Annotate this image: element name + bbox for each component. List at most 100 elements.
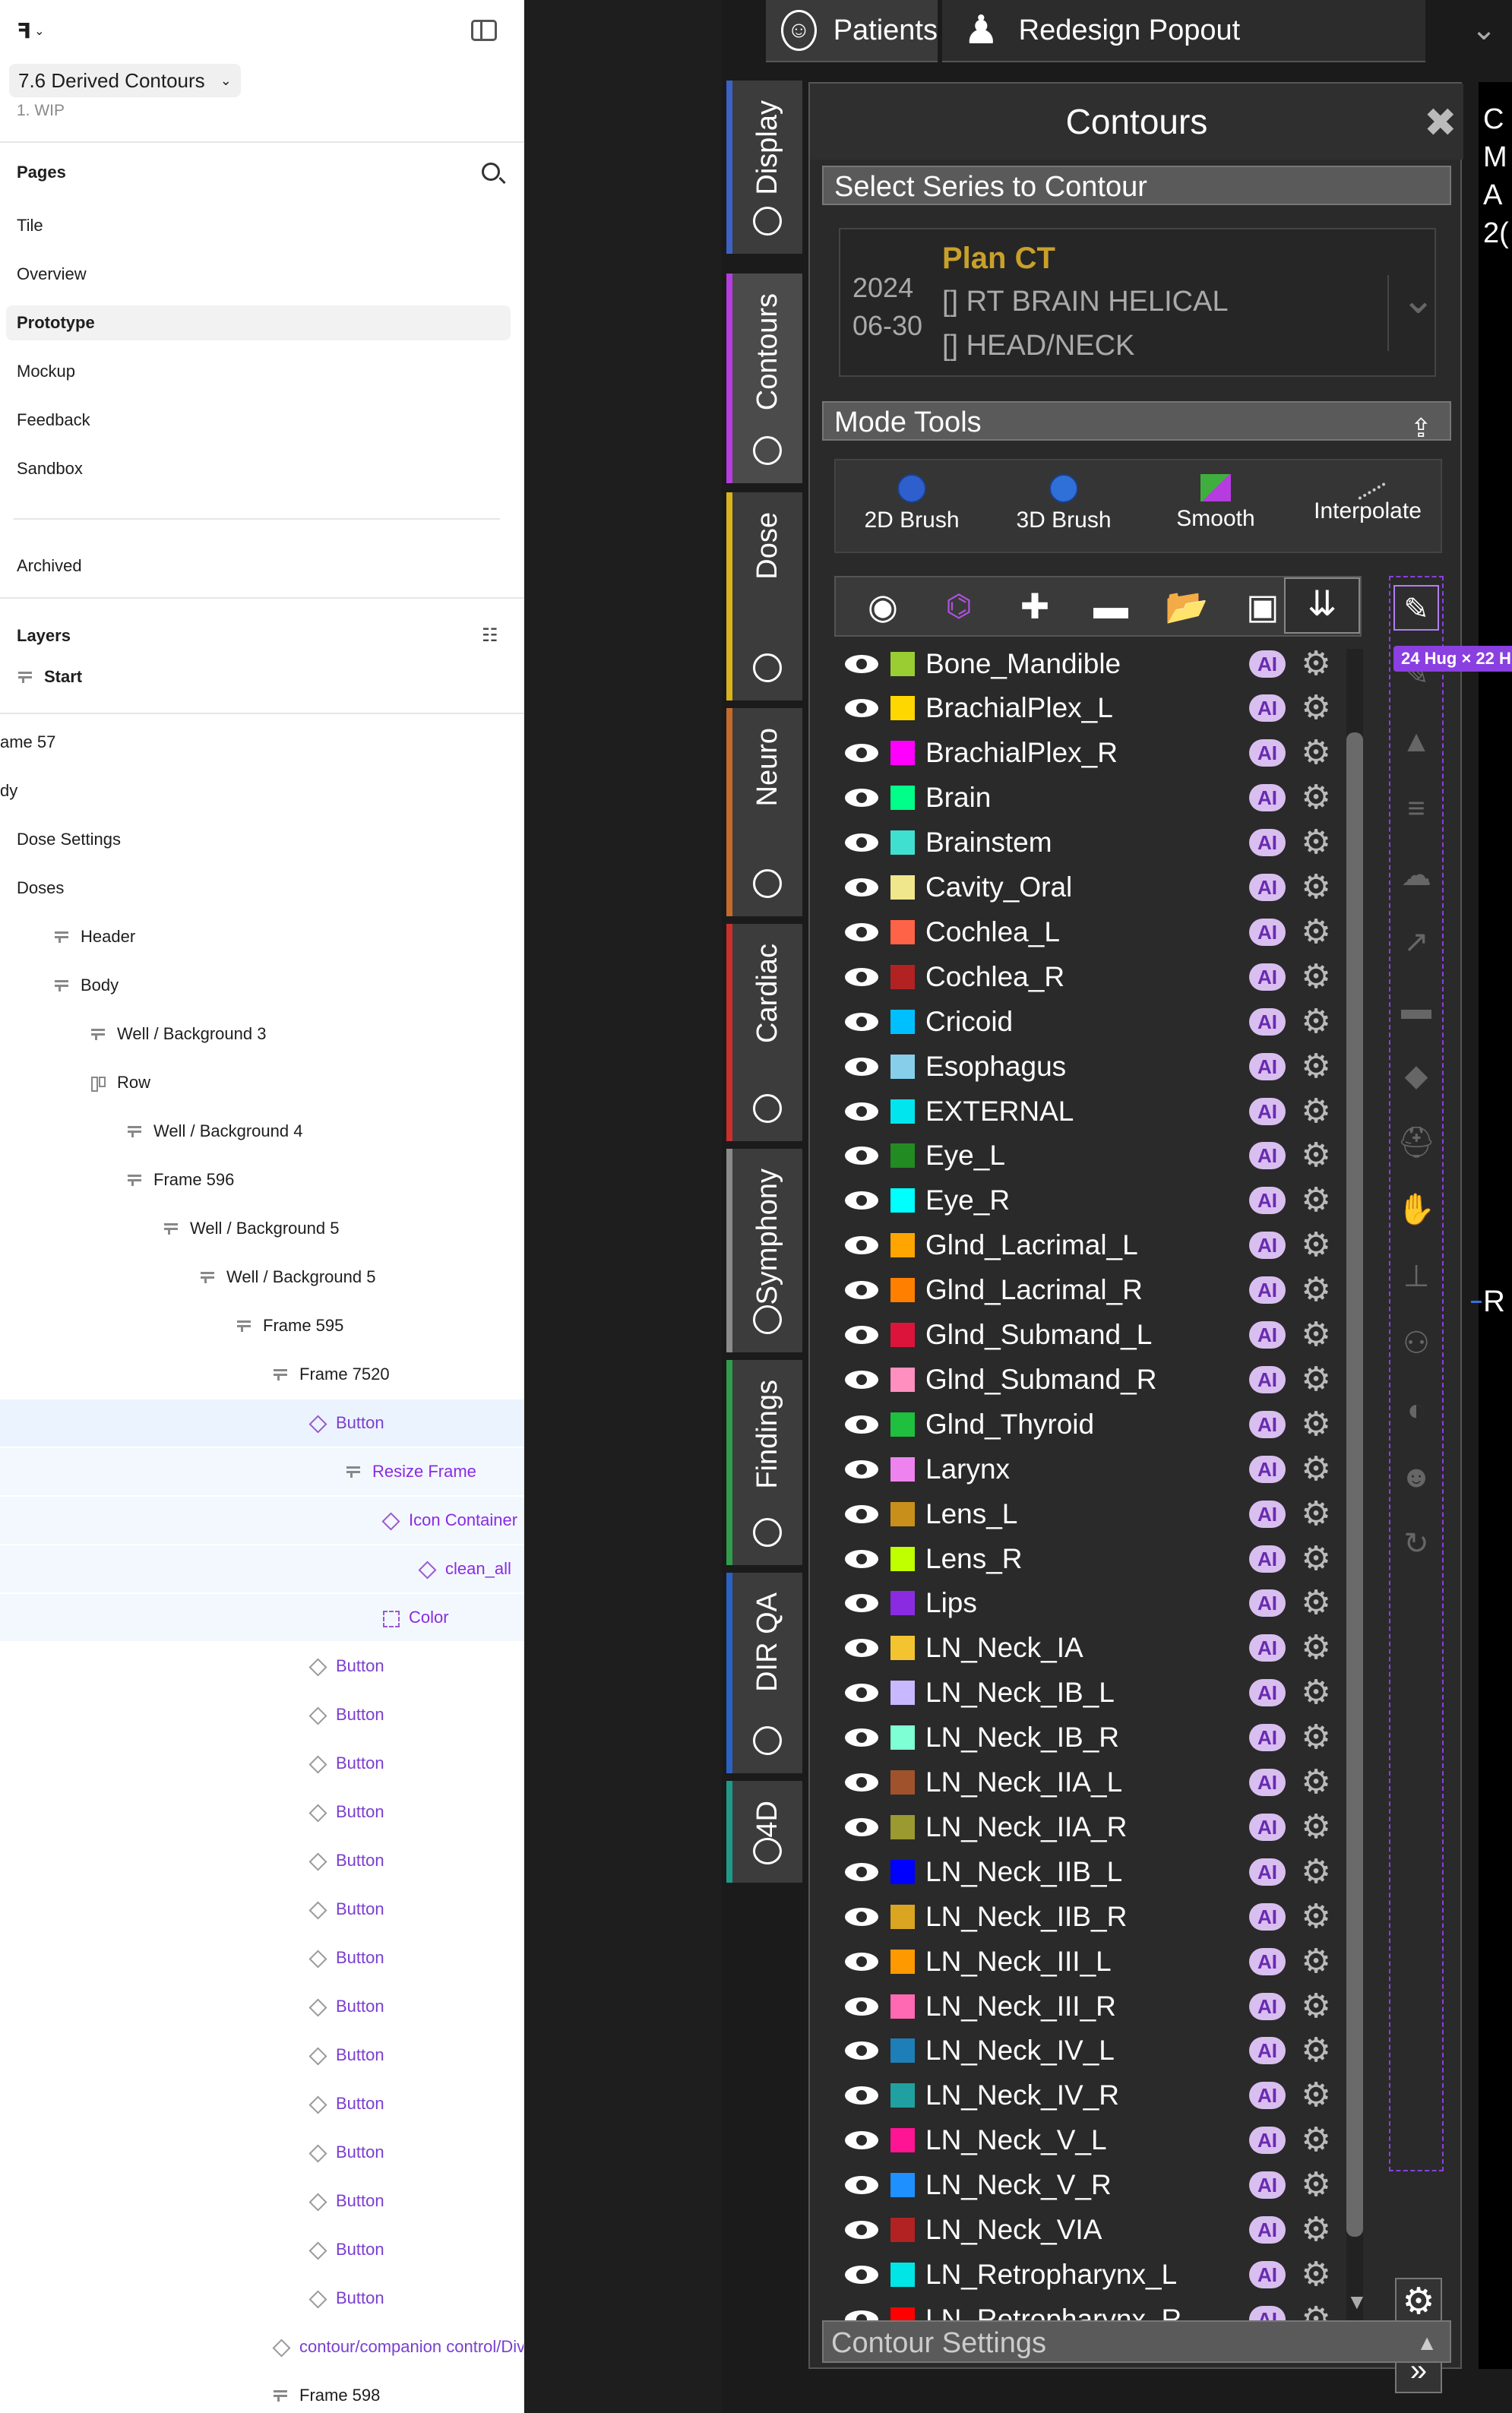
structure-row[interactable]: EXTERNAL AI ⚙ [834, 1089, 1336, 1134]
layers-options-icon[interactable]: ☷ [482, 625, 498, 647]
gear-icon[interactable]: ⚙ [1301, 1810, 1331, 1843]
layer-row[interactable]: ame 57 [0, 719, 524, 766]
hand-icon[interactable]: ✋ [1393, 1187, 1439, 1232]
eraser-icon[interactable]: ◆ [1393, 1053, 1439, 1099]
ai-badge[interactable]: AI [1249, 1365, 1286, 1393]
swap-icon[interactable]: ↻ [1393, 1521, 1439, 1567]
layer-row[interactable]: contour/companion control/Divi [0, 2323, 524, 2370]
folder-open-icon[interactable]: 📂 [1162, 582, 1211, 631]
layers-start[interactable]: Start [17, 667, 82, 687]
layer-row[interactable]: Well / Background 5 [0, 1254, 524, 1301]
eye-icon[interactable] [845, 1862, 878, 1881]
color-swatch[interactable] [890, 1278, 915, 1303]
sort-up-icon[interactable]: ⇪ [1410, 413, 1432, 444]
ai-badge[interactable]: AI [1249, 1276, 1286, 1305]
eye-icon[interactable] [845, 1639, 878, 1658]
structure-row[interactable]: Esophagus AI ⚙ [834, 1044, 1336, 1089]
ai-badge[interactable]: AI [1249, 739, 1286, 767]
eye-icon[interactable] [845, 744, 878, 763]
gear-icon[interactable]: ⚙ [1301, 1139, 1331, 1172]
layer-row[interactable]: Button [0, 2226, 524, 2273]
eye-icon[interactable] [845, 922, 878, 941]
color-swatch[interactable] [890, 2083, 915, 2108]
side-tab-dose[interactable]: Dose [726, 492, 802, 700]
structure-row[interactable]: LN_Neck_IIB_L AI ⚙ [834, 1849, 1336, 1894]
color-swatch[interactable] [890, 1636, 915, 1661]
color-swatch[interactable] [890, 1367, 915, 1392]
eye-icon[interactable] [845, 2131, 878, 2150]
gear-icon[interactable]: ⚙ [1301, 2168, 1331, 2202]
side-tab-findings[interactable]: Findings [726, 1360, 802, 1565]
gear-icon[interactable]: ⚙ [1301, 915, 1331, 948]
side-tab-neuro[interactable]: Neuro [726, 708, 802, 916]
ruler-icon[interactable]: ▬ [1393, 986, 1439, 1032]
eye-icon[interactable] [845, 1012, 878, 1031]
color-swatch[interactable] [890, 1770, 915, 1795]
structure-row[interactable]: Lips AI ⚙ [834, 1581, 1336, 1626]
gear-icon[interactable]: ⚙ [1301, 1184, 1331, 1217]
color-swatch[interactable] [890, 2038, 915, 2064]
gear-icon[interactable]: ⚙ [1301, 1944, 1331, 1978]
ai-badge[interactable]: AI [1249, 650, 1286, 678]
page-item[interactable]: Prototype [6, 305, 511, 340]
ai-badge[interactable]: AI [1249, 1589, 1286, 1618]
color-swatch[interactable] [890, 830, 915, 855]
structure-row[interactable]: Eye_L AI ⚙ [834, 1134, 1336, 1178]
gear-icon[interactable]: ⚙ [1301, 826, 1331, 859]
eye-icon[interactable] [845, 699, 878, 718]
ai-badge[interactable]: AI [1249, 1410, 1286, 1438]
mask-icon[interactable]: ☻ [1393, 1454, 1439, 1500]
smooth-tool-icon[interactable]: ▲ [1393, 719, 1439, 764]
layer-row[interactable]: Button [0, 2177, 524, 2225]
layer-row[interactable]: Dose Settings [0, 816, 524, 863]
ai-badge[interactable]: AI [1249, 1007, 1286, 1036]
color-swatch[interactable] [890, 1143, 915, 1169]
color-swatch[interactable] [890, 1501, 915, 1526]
series-selector[interactable]: 2024 06-30 Plan CT [] RT BRAIN HELICAL [… [839, 228, 1436, 377]
ai-badge[interactable]: AI [1249, 1232, 1286, 1260]
ai-badge[interactable]: AI [1249, 1947, 1286, 1975]
ai-badge[interactable]: AI [1249, 2171, 1286, 2200]
gear-icon[interactable]: ⚙ [1301, 2034, 1331, 2067]
structure-row[interactable]: Glnd_Submand_R AI ⚙ [834, 1357, 1336, 1402]
color-swatch[interactable] [890, 1859, 915, 1884]
page-item[interactable]: Tile [6, 208, 511, 243]
gear-icon[interactable]: ⚙ [1301, 1899, 1331, 1933]
structure-row[interactable]: Cavity_Oral AI ⚙ [834, 865, 1336, 910]
ai-badge[interactable]: AI [1249, 1455, 1286, 1483]
layer-row[interactable]: Doses [0, 865, 524, 912]
eye-icon[interactable] [845, 1504, 878, 1523]
gear-icon[interactable]: ⚙ [1301, 1631, 1331, 1665]
page-item[interactable]: Feedback [6, 403, 511, 438]
structure-row[interactable]: BrachialPlex_R AI ⚙ [834, 731, 1336, 776]
ai-badge[interactable]: AI [1249, 1500, 1286, 1528]
color-swatch[interactable] [890, 919, 915, 944]
page-item[interactable]: Mockup [6, 354, 511, 389]
structure-row[interactable]: LN_Neck_IA AI ⚙ [834, 1626, 1336, 1671]
eye-icon[interactable]: ◉ [859, 582, 907, 631]
eye-icon[interactable] [845, 1817, 878, 1836]
eye-icon[interactable] [845, 1102, 878, 1121]
gear-icon[interactable]: ⚙ [1301, 1004, 1331, 1038]
gear-icon[interactable]: ⚙ [1301, 1094, 1331, 1127]
structure-row[interactable]: Brain AI ⚙ [834, 776, 1336, 821]
color-swatch[interactable] [890, 1591, 915, 1616]
ai-badge[interactable]: AI [1249, 2127, 1286, 2155]
gear-icon[interactable]: ⚙ [1301, 2302, 1331, 2320]
gear-icon[interactable]: ⚙ [1301, 1229, 1331, 1262]
layer-row[interactable]: Body [0, 962, 524, 1009]
gear-icon[interactable]: ⚙ [1301, 1318, 1331, 1352]
layer-row[interactable]: Button [0, 2080, 524, 2127]
layer-row[interactable]: Well / Background 3 [0, 1010, 524, 1058]
gear-icon[interactable]: ⚙ [1301, 1362, 1331, 1396]
gear-icon[interactable]: ⚙ [1301, 1452, 1331, 1485]
structure-row[interactable]: Eye_R AI ⚙ [834, 1178, 1336, 1223]
eye-icon[interactable] [845, 1549, 878, 1568]
ai-badge[interactable]: AI [1249, 1858, 1286, 1886]
structure-row[interactable]: Cricoid AI ⚙ [834, 999, 1336, 1044]
mode-3d-brush[interactable]: 3D Brush [988, 474, 1140, 533]
add-contour-icon[interactable]: ⌬ [935, 582, 983, 631]
layer-row[interactable]: Frame 7520 [0, 1351, 524, 1398]
eye-icon[interactable] [845, 833, 878, 852]
eye-icon[interactable] [845, 1281, 878, 1300]
